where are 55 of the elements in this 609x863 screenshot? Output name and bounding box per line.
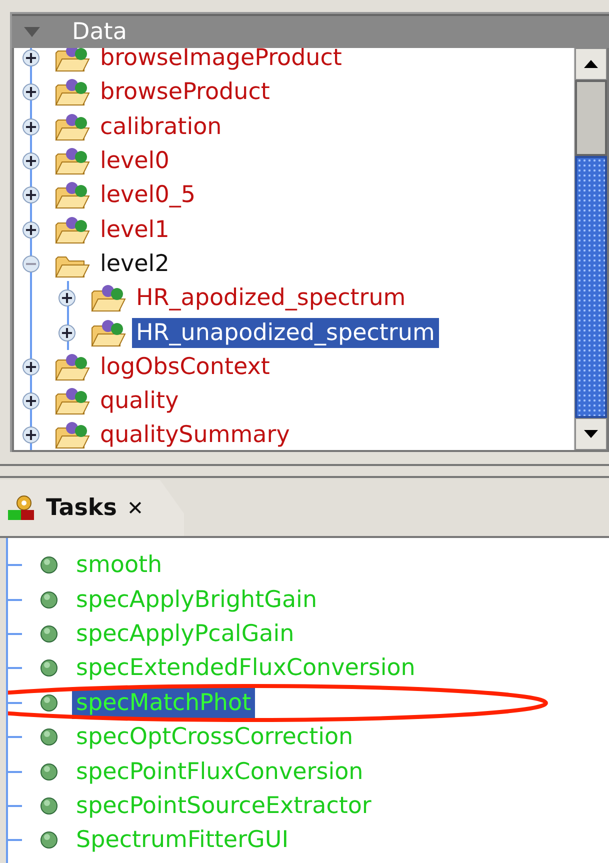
tree-item[interactable]: HR_unapodized_spectrum — [132, 318, 439, 348]
tasks-icon — [6, 494, 36, 522]
expand-icon[interactable] — [58, 324, 76, 342]
expand-icon[interactable] — [22, 186, 40, 204]
expand-icon[interactable] — [22, 358, 40, 376]
expand-icon[interactable] — [22, 392, 40, 410]
task-bullet-icon — [40, 556, 58, 574]
expand-icon[interactable] — [22, 83, 40, 102]
dataset-folder-icon — [54, 420, 90, 450]
dataset-folder-icon — [54, 214, 90, 245]
task-bullet-icon — [40, 762, 58, 781]
expand-icon[interactable] — [22, 152, 40, 170]
dataset-folder-icon — [54, 112, 90, 142]
tasks-tab[interactable]: Tasks ✕ — [0, 480, 184, 536]
dataset-folder-icon — [54, 77, 90, 108]
tree-item[interactable]: HR_apodized_spectrum — [132, 283, 410, 314]
panel-title: Data — [72, 19, 127, 45]
dataset-folder-icon — [54, 352, 90, 382]
panel-header[interactable]: Data — [12, 14, 609, 48]
tree-item[interactable]: level0 — [96, 146, 174, 176]
task-bullet-icon — [40, 659, 58, 678]
collapse-icon[interactable] — [22, 254, 40, 273]
expand-icon[interactable] — [22, 49, 40, 68]
tree-item[interactable]: logObsContext — [96, 352, 274, 382]
scrollbar-thumb[interactable] — [575, 156, 607, 418]
dataset-folder-icon — [54, 180, 90, 210]
tree-item[interactable]: qualitySummary — [96, 420, 294, 450]
tree-item[interactable]: browseProduct — [96, 77, 274, 108]
tree-item[interactable]: quality — [96, 386, 183, 416]
task-bullet-icon — [40, 831, 58, 850]
expand-icon[interactable] — [22, 426, 40, 444]
tree-item[interactable]: calibration — [96, 112, 226, 142]
down-arrow-icon — [584, 430, 598, 438]
tree-item[interactable]: level2 — [96, 248, 174, 279]
scroll-up-button[interactable] — [575, 48, 607, 80]
tree-item[interactable]: level0_5 — [96, 180, 200, 210]
expand-icon[interactable] — [22, 220, 40, 239]
scroll-down-button[interactable] — [575, 418, 607, 450]
dataset-folder-icon — [90, 318, 126, 348]
vertical-scrollbar[interactable] — [574, 48, 607, 450]
task-bullet-icon — [40, 796, 58, 815]
expand-icon[interactable] — [58, 289, 76, 308]
dataset-folder-icon — [54, 386, 90, 416]
task-bullet-icon — [40, 694, 58, 712]
task-bullet-icon — [40, 728, 58, 746]
dataset-folder-icon — [54, 146, 90, 176]
task-bullet-icon — [40, 624, 58, 643]
dataset-folder-icon — [54, 48, 90, 74]
tree-item[interactable]: browseImageProduct — [96, 48, 346, 74]
tree-item[interactable]: level1 — [96, 214, 174, 245]
task-bullet-icon — [40, 590, 58, 609]
expand-icon[interactable] — [22, 118, 40, 136]
up-arrow-icon — [584, 60, 598, 68]
dataset-folder-icon — [90, 283, 126, 314]
close-icon[interactable]: ✕ — [126, 496, 144, 520]
